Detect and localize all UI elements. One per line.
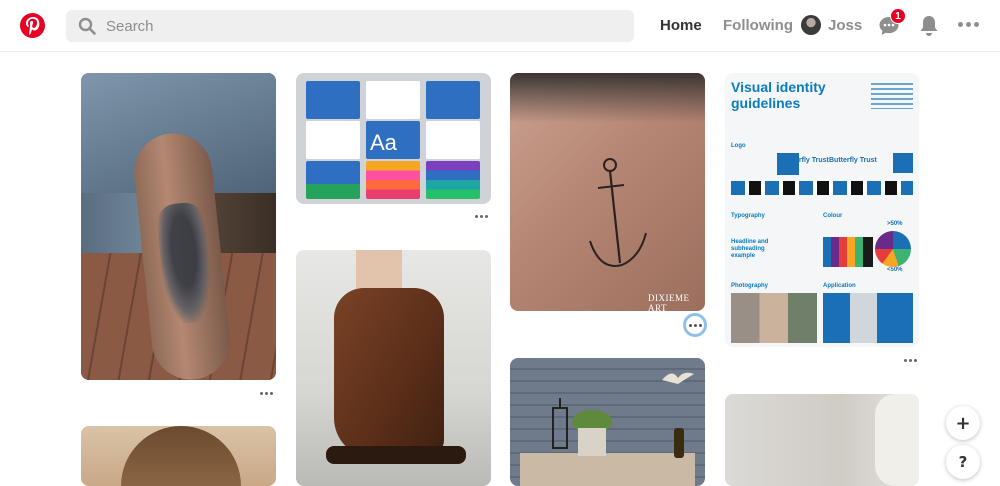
pin-image-arm-tattoo[interactable] <box>81 73 276 380</box>
dot <box>688 323 692 327</box>
user-profile-button[interactable]: Joss <box>801 15 862 35</box>
logo-tile <box>893 153 913 173</box>
logo-text: Butterfly Trust <box>829 157 877 164</box>
colour-note: >50% <box>887 221 903 227</box>
section-colour: Colour <box>823 213 843 219</box>
lantern-icon <box>552 398 568 449</box>
card <box>306 121 360 159</box>
top-navigation-bar: Home Following Joss 1 <box>0 0 1000 52</box>
ellipsis-icon[interactable] <box>958 22 979 27</box>
dot <box>270 392 273 395</box>
colour-note: <50% <box>887 267 903 273</box>
add-pin-button[interactable]: + <box>946 406 980 440</box>
pin-image-anchor-tattoo[interactable]: DIXIEME ART <box>510 73 705 311</box>
headline-example: Headline and subheading example <box>731 239 769 259</box>
search-bar[interactable] <box>66 10 634 42</box>
bird-icon <box>662 372 694 384</box>
bottle-shape <box>674 428 684 458</box>
application-samples <box>823 293 913 343</box>
logo-variants <box>731 181 913 195</box>
section-typography: Typography <box>731 213 765 219</box>
dot <box>958 22 963 27</box>
nav-home-link[interactable]: Home <box>660 17 702 34</box>
photo-grid <box>731 293 817 343</box>
card <box>426 81 480 119</box>
dot <box>485 215 488 218</box>
dot <box>698 323 702 327</box>
dot <box>904 359 907 362</box>
dot <box>974 22 979 27</box>
card-typography: Aa <box>366 121 420 159</box>
colour-swatches <box>823 237 873 267</box>
card <box>426 121 480 159</box>
logo-text: Butterfly Trust <box>781 157 829 164</box>
nav-following-link[interactable]: Following <box>723 17 793 34</box>
pin-more-options-button[interactable] <box>475 215 488 218</box>
section-logo: Logo <box>731 143 746 149</box>
pin-image-hand-closeup[interactable] <box>725 394 919 486</box>
pin-image-brand-cards[interactable]: Aa <box>296 73 491 204</box>
pin-more-options-button[interactable] <box>683 313 707 337</box>
pin-image-portrait[interactable] <box>81 426 276 486</box>
boot-shape <box>334 288 444 458</box>
anchor-icon <box>589 158 647 267</box>
card <box>306 81 360 119</box>
dot <box>693 323 697 327</box>
intro-text-lines <box>871 83 913 109</box>
pin-image-visual-identity-guidelines[interactable]: Visual identity guidelines Logo Butterfl… <box>725 73 919 347</box>
dot <box>475 215 478 218</box>
bell-icon[interactable] <box>919 15 939 37</box>
section-photography: Photography <box>731 283 768 289</box>
search-input[interactable] <box>106 17 606 35</box>
pin-more-options-button[interactable] <box>260 392 273 395</box>
pot-shape <box>578 428 606 456</box>
card <box>426 161 480 199</box>
dot <box>966 22 971 27</box>
search-icon <box>78 17 96 35</box>
background-shadow <box>510 73 705 123</box>
dot <box>265 392 268 395</box>
pinterest-logo-icon[interactable] <box>20 13 45 38</box>
help-button[interactable]: ? <box>946 445 980 479</box>
boot-sole-shape <box>326 446 466 464</box>
card <box>366 81 420 119</box>
pin-title: Visual identity guidelines <box>731 79 826 111</box>
card <box>306 161 360 199</box>
watermark: DIXIEME ART <box>648 293 690 311</box>
section-application: Application <box>823 283 856 289</box>
colour-wheel <box>875 231 911 267</box>
dot <box>260 392 263 395</box>
dot <box>909 359 912 362</box>
glove-shape <box>875 394 919 486</box>
pin-image-garden-bench[interactable] <box>510 358 705 486</box>
dot <box>914 359 917 362</box>
pin-more-options-button[interactable] <box>904 359 917 362</box>
message-count-badge: 1 <box>890 8 906 24</box>
hair-shape <box>121 426 241 486</box>
typography-sample: Aa <box>370 130 397 155</box>
user-name: Joss <box>828 16 863 34</box>
dot <box>480 215 483 218</box>
card <box>366 161 420 199</box>
pin-image-leather-boots[interactable] <box>296 250 491 486</box>
avatar <box>801 15 821 35</box>
bench-shape <box>520 453 695 486</box>
